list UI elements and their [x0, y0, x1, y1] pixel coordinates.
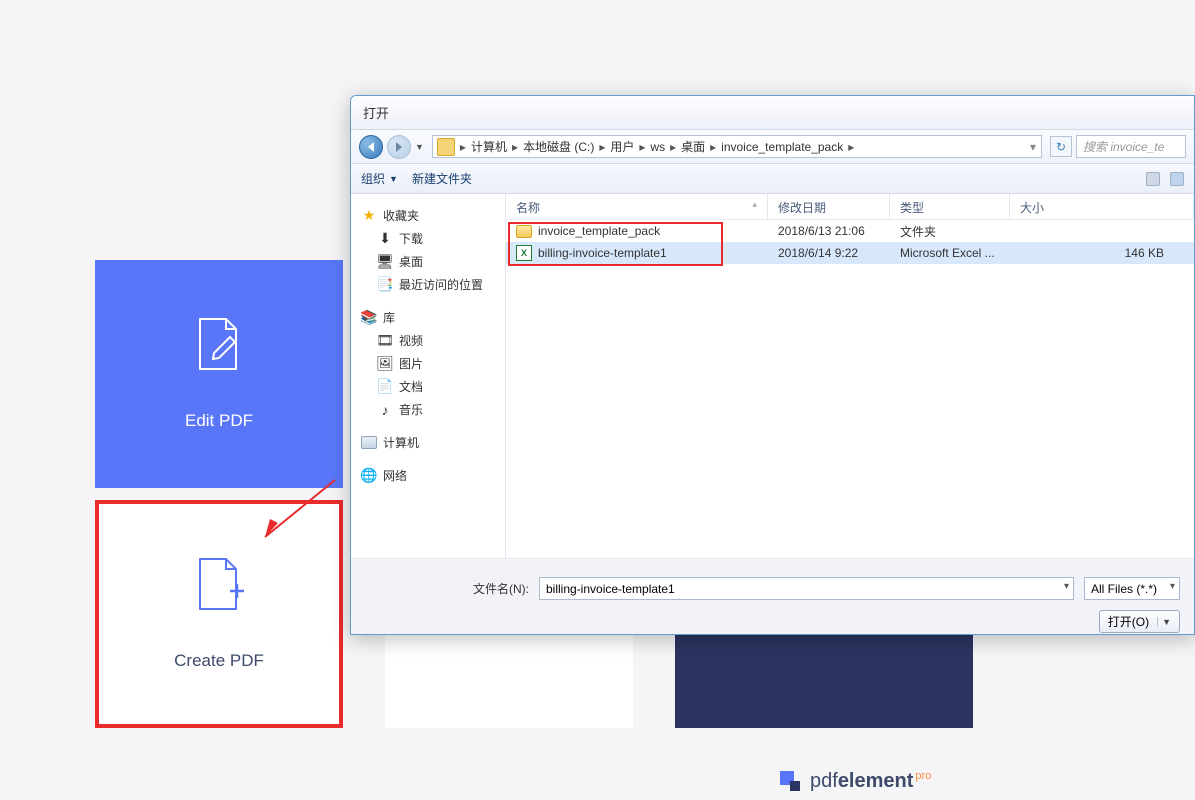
sidebar-item-music[interactable]: ♪音乐 — [351, 398, 505, 421]
sidebar-item-recent[interactable]: 📑最近访问的位置 — [351, 273, 505, 296]
sidebar-item-desktop[interactable]: 🖥桌面 — [351, 250, 505, 273]
sidebar-favorites-header[interactable]: ★收藏夹 — [351, 204, 505, 227]
breadcrumb-item[interactable]: 桌面 — [679, 138, 707, 155]
view-options-button[interactable] — [1146, 172, 1160, 186]
dialog-title: 打开 — [351, 96, 1194, 130]
search-input[interactable]: 搜索 invoice_te — [1076, 135, 1186, 158]
preview-pane-button[interactable] — [1170, 172, 1184, 186]
sidebar-item-pictures[interactable]: 🖼图片 — [351, 352, 505, 375]
open-button[interactable]: 打开(O)▼ — [1099, 610, 1180, 633]
new-folder-button[interactable]: 新建文件夹 — [412, 170, 472, 187]
file-list-header: 名称 ▴ 修改日期 类型 大小 — [506, 194, 1194, 220]
filename-input[interactable]: billing-invoice-template1 — [539, 577, 1074, 600]
sidebar-libraries-header[interactable]: 📚库 — [351, 306, 505, 329]
file-row[interactable]: invoice_template_pack 2018/6/13 21:06 文件… — [506, 220, 1194, 242]
tile-label: Create PDF — [174, 651, 264, 671]
open-button-dropdown[interactable]: ▼ — [1157, 617, 1171, 627]
tile-create-pdf[interactable]: Create PDF — [95, 500, 343, 728]
breadcrumb-item[interactable]: invoice_template_pack — [719, 140, 845, 154]
sidebar-item-videos[interactable]: 🎞视频 — [351, 329, 505, 352]
nav-forward-button[interactable] — [387, 135, 411, 159]
folder-icon — [437, 138, 455, 156]
folder-icon — [516, 225, 532, 238]
tile-edit-pdf[interactable]: Edit PDF — [95, 260, 343, 488]
download-icon: ⬇ — [377, 231, 393, 247]
open-file-dialog: 打开 ▼ ▸ 计算机▸ 本地磁盘 (C:)▸ 用户▸ ws▸ 桌面▸ invoi… — [350, 95, 1195, 635]
sidebar-network[interactable]: 🌐网络 — [351, 464, 505, 487]
breadcrumb-item[interactable]: 计算机 — [469, 138, 509, 155]
breadcrumb-bar[interactable]: ▸ 计算机▸ 本地磁盘 (C:)▸ 用户▸ ws▸ 桌面▸ invoice_te… — [432, 135, 1042, 158]
filename-label: 文件名(N): — [473, 580, 529, 597]
network-icon: 🌐 — [361, 468, 377, 484]
sidebar-item-downloads[interactable]: ⬇下载 — [351, 227, 505, 250]
desktop-icon: 🖥 — [377, 254, 393, 270]
pdfelement-logo: pdfelementpro — [780, 770, 931, 793]
dialog-footer: 文件名(N): billing-invoice-template1 All Fi… — [351, 558, 1194, 635]
column-type[interactable]: 类型 — [890, 194, 1010, 219]
dialog-toolbar: 组织 ▼ 新建文件夹 — [351, 164, 1194, 194]
dialog-navbar: ▼ ▸ 计算机▸ 本地磁盘 (C:)▸ 用户▸ ws▸ 桌面▸ invoice_… — [351, 130, 1194, 164]
nav-back-button[interactable] — [359, 135, 383, 159]
breadcrumb-item[interactable]: ws — [648, 140, 667, 154]
file-row-selected[interactable]: Xbilling-invoice-template1 2018/6/14 9:2… — [506, 242, 1194, 264]
tile-label: Edit PDF — [185, 411, 253, 431]
music-icon: ♪ — [377, 402, 393, 418]
library-icon: 📚 — [361, 310, 377, 326]
column-name[interactable]: 名称 ▴ — [506, 194, 768, 219]
filetype-select[interactable]: All Files (*.*) — [1084, 577, 1180, 600]
column-date[interactable]: 修改日期 — [768, 194, 890, 219]
sidebar-item-documents[interactable]: 📄文档 — [351, 375, 505, 398]
sidebar: ★收藏夹 ⬇下载 🖥桌面 📑最近访问的位置 📚库 🎞视频 🖼图片 📄文档 ♪音乐… — [351, 194, 506, 558]
create-pdf-icon — [194, 557, 244, 613]
excel-icon: X — [516, 245, 532, 261]
document-icon: 📄 — [377, 379, 393, 395]
recent-icon: 📑 — [377, 277, 393, 293]
breadcrumb-item[interactable]: 用户 — [608, 138, 636, 155]
refresh-button[interactable]: ↻ — [1050, 136, 1072, 157]
file-list: 名称 ▴ 修改日期 类型 大小 invoice_template_pack 20… — [506, 194, 1194, 558]
breadcrumb-item[interactable]: 本地磁盘 (C:) — [521, 138, 596, 155]
nav-history-dropdown[interactable]: ▼ — [415, 142, 424, 152]
organize-button[interactable]: 组织 ▼ — [361, 170, 398, 187]
picture-icon: 🖼 — [377, 356, 393, 372]
computer-icon — [361, 436, 377, 449]
star-icon: ★ — [361, 208, 377, 224]
column-size[interactable]: 大小 — [1010, 194, 1194, 219]
sidebar-computer[interactable]: 计算机 — [351, 431, 505, 454]
edit-pdf-icon — [194, 317, 244, 373]
video-icon: 🎞 — [377, 333, 393, 349]
